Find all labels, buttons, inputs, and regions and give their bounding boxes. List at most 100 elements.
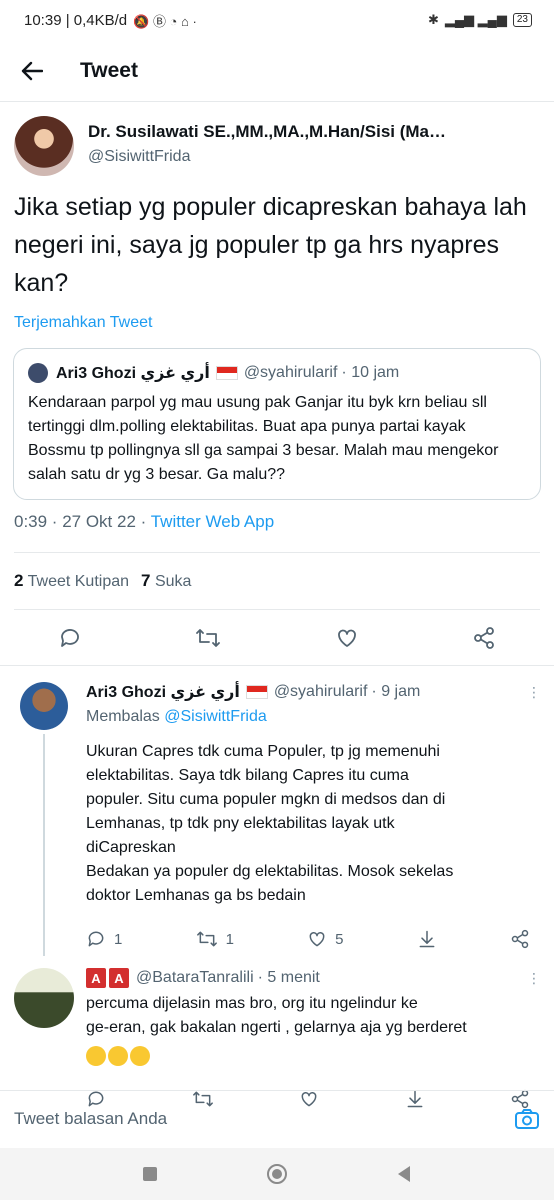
- thread-line: [43, 734, 45, 956]
- tweet-stats: 2 Tweet Kutipan 7 Suka: [0, 553, 554, 609]
- reply-header: A A @BataraTanralili · 5 menit ⋮: [86, 968, 541, 988]
- reply-text-line: Lemhanas, tp tdk pny elektabilitas layak…: [86, 815, 395, 832]
- tweet-author: Dr. Susilawati SE.,MM.,MA.,M.Han/Sisi (M…: [0, 102, 554, 182]
- retweet-icon[interactable]: [195, 626, 221, 650]
- battery-icon: 23: [512, 13, 532, 27]
- reply-time: · 5 menit: [257, 969, 320, 986]
- emoji-row: [86, 1044, 540, 1068]
- indonesia-flag-icon: [215, 366, 238, 380]
- signal-icon: ▂▄▆ ▂▄▆: [444, 12, 507, 27]
- replying-prefix: Membalas: [86, 708, 160, 725]
- quote-author-name: Ari3 Ghozi أري غزي: [56, 365, 210, 382]
- more-options-icon[interactable]: ⋮: [527, 970, 541, 987]
- reply-text-line: Bedakan ya populer dg elektabilitas. Mos…: [86, 863, 454, 880]
- system-nav-bar: [0, 1148, 554, 1200]
- replying-to: Membalas @SisiwittFrida: [86, 708, 540, 726]
- replying-to-handle[interactable]: @SisiwittFrida: [164, 708, 266, 725]
- reply-icon: [88, 931, 104, 947]
- like-icon: [309, 931, 325, 947]
- quote-time: · 10 jam: [341, 364, 400, 381]
- camera-icon[interactable]: [514, 1107, 540, 1131]
- reply-text-line: Ukuran Capres tdk cuma Populer, tp jg me…: [86, 743, 440, 760]
- reply-text-line: ge-eran, gak bakalan ngerti , gelarnya a…: [86, 1019, 467, 1036]
- badge-letter: A: [109, 968, 129, 988]
- reply-avatar-column: [14, 682, 74, 956]
- tweet-source[interactable]: Twitter Web App: [151, 512, 274, 531]
- quote-avatar: [28, 363, 48, 383]
- reply-icon[interactable]: [58, 626, 82, 650]
- quoted-tweet[interactable]: Ari3 Ghozi أري غزي @syahirularif · 10 ja…: [13, 348, 541, 500]
- face-with-tears-of-joy-icon: [130, 1045, 150, 1066]
- likes-count: 7: [141, 571, 151, 590]
- avatar[interactable]: [14, 968, 74, 1028]
- reply-count: 1: [114, 930, 123, 948]
- status-right: ✱ ▂▄▆ ▂▄▆ 23: [428, 12, 532, 28]
- likes-label: Suka: [154, 573, 192, 590]
- reply-header: Ari3 Ghozi أري غزي @syahirularif · 9 jam…: [86, 682, 541, 702]
- likes-stat[interactable]: 7 Suka: [141, 571, 191, 591]
- share-icon[interactable]: [510, 929, 530, 949]
- translate-link[interactable]: Terjemahkan Tweet: [0, 302, 554, 332]
- badge-letter: A: [86, 968, 106, 988]
- reply-text-line: elektabilitas. Saya tdk bilang Capres it…: [86, 767, 409, 784]
- reply-text-line: populer. Situ cuma populer mgkn di medso…: [86, 791, 446, 808]
- reply-text: Ukuran Capres tdk cuma Populer, tp jg me…: [86, 740, 540, 908]
- quote-header: Ari3 Ghozi أري غزي @syahirularif · 10 ja…: [28, 363, 526, 383]
- author-handle[interactable]: @SisiwittFrida: [88, 148, 508, 166]
- recent-apps-icon[interactable]: [142, 1166, 158, 1182]
- home-icon[interactable]: [266, 1163, 288, 1185]
- tweet-detail: Dr. Susilawati SE.,MM.,MA.,M.Han/Sisi (M…: [0, 102, 554, 1109]
- reply-composer[interactable]: Tweet balasan Anda: [0, 1090, 554, 1146]
- indonesia-flag-icon: [245, 685, 268, 699]
- reply-time: · 9 jam: [371, 683, 421, 700]
- retweet-icon: [196, 931, 217, 947]
- reply-body: A A @BataraTanralili · 5 menit ⋮ percuma…: [86, 968, 541, 1109]
- reply-author-name[interactable]: Ari3 Ghozi أري غزي: [86, 682, 240, 702]
- reply-handle: @syahirularif: [273, 683, 368, 700]
- like-count: 5: [335, 930, 344, 948]
- reply-text-line: diCapreskan: [86, 839, 176, 856]
- tweet-timestamp: 0:39 · 27 Okt 22 ·: [14, 512, 151, 531]
- status-bar: 10:39 | 0,4KB/d 🔕 Ⓑ ◔ ⌂ · ✱ ▂▄▆ ▂▄▆ 23: [0, 0, 554, 40]
- bluetooth-icon: ✱: [427, 12, 439, 27]
- tweet-meta: 0:39 · 27 Okt 22 · Twitter Web App: [0, 500, 554, 532]
- reply-tweet[interactable]: Ari3 Ghozi أري غزي @syahirularif · 9 jam…: [0, 666, 554, 956]
- reply-body: Ari3 Ghozi أري غزي @syahirularif · 9 jam…: [86, 682, 541, 956]
- share-icon[interactable]: [472, 626, 496, 650]
- quotes-label: Tweet Kutipan: [27, 573, 130, 590]
- avatar[interactable]: [20, 682, 68, 730]
- status-time: 10:39 | 0,4KB/d: [24, 11, 128, 29]
- download-icon[interactable]: [417, 929, 437, 949]
- top-bar: Tweet: [0, 40, 554, 102]
- reply-text: percuma dijelasin mas bro, org itu ngeli…: [86, 992, 540, 1068]
- arrow-left-icon: [21, 61, 43, 80]
- reply-avatar-column: [14, 968, 74, 1106]
- quote-handle: @syahirularif: [243, 364, 338, 381]
- retweet-count: 1: [225, 930, 234, 948]
- avatar[interactable]: [14, 116, 74, 176]
- face-with-tears-of-joy-icon: [108, 1045, 128, 1066]
- status-left: 10:39 | 0,4KB/d 🔕 Ⓑ ◔ ⌂ ·: [24, 11, 197, 30]
- retweet-action[interactable]: 1: [196, 929, 234, 949]
- tweet-text: Jika setiap yg populer dicapreskan bahay…: [14, 193, 527, 297]
- like-icon[interactable]: [335, 626, 359, 650]
- quotes-stat[interactable]: 2 Tweet Kutipan: [14, 571, 129, 591]
- notification-icons: 🔕 Ⓑ ◔ ⌂ ·: [133, 13, 197, 29]
- page-title: Tweet: [80, 58, 138, 82]
- reply-action[interactable]: 1: [86, 929, 122, 949]
- back-nav-icon[interactable]: [396, 1165, 412, 1183]
- quote-text: Kendaraan parpol yg mau usung pak Ganjar…: [28, 394, 499, 483]
- more-options-icon[interactable]: ⋮: [527, 684, 541, 701]
- author-name[interactable]: Dr. Susilawati SE.,MM.,MA.,M.Han/Sisi (M…: [88, 122, 508, 142]
- reply-text-line: doktor Lemhanas ga bs bedain: [86, 887, 306, 904]
- author-info: Dr. Susilawati SE.,MM.,MA.,M.Han/Sisi (M…: [88, 116, 508, 182]
- back-button[interactable]: [0, 40, 64, 102]
- reply-text-line: percuma dijelasin mas bro, org itu ngeli…: [86, 995, 418, 1012]
- reply-tweet[interactable]: A A @BataraTanralili · 5 menit ⋮ percuma…: [0, 956, 554, 1109]
- reply-handle[interactable]: @BataraTanralili: [136, 969, 254, 987]
- tweet-actions: [0, 610, 554, 666]
- quotes-count: 2: [14, 571, 24, 590]
- face-with-tears-of-joy-icon: [86, 1045, 106, 1066]
- like-action[interactable]: 5: [307, 929, 344, 949]
- reply-input[interactable]: Tweet balasan Anda: [14, 1109, 167, 1129]
